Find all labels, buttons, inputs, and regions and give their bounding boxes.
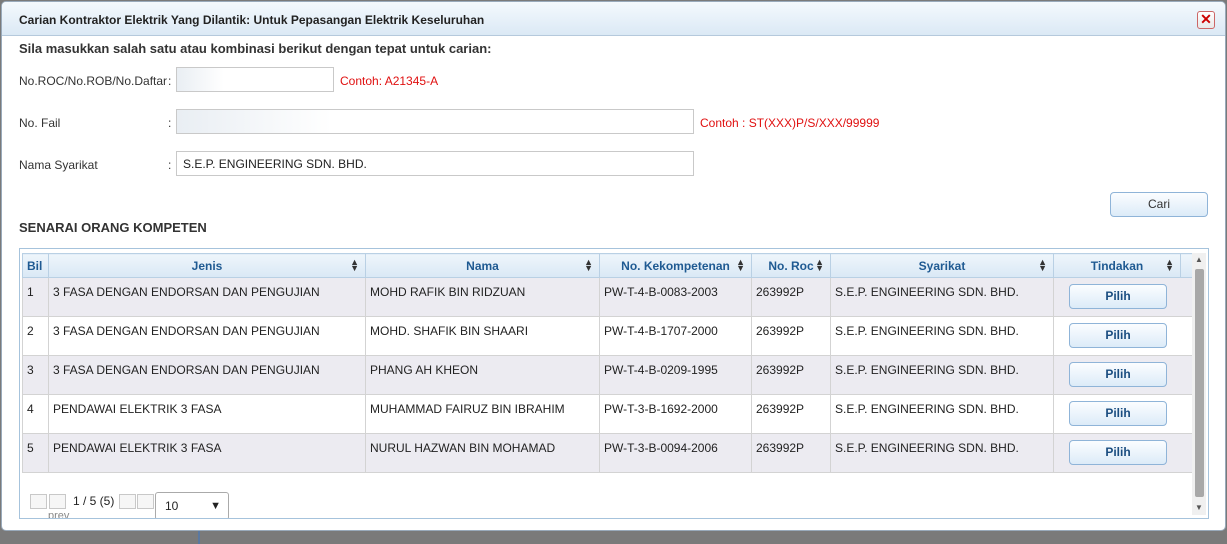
cell-bil: 2: [22, 316, 49, 356]
company-label: Nama Syarikat: [19, 158, 98, 172]
cell-nama: PHANG AH KHEON: [365, 355, 600, 395]
column-header-nama[interactable]: Nama ▲ ▼: [365, 253, 600, 278]
cell-kekompetenan: PW-T-3-B-1692-2000: [599, 394, 752, 434]
background-text: [360, 532, 520, 544]
vertical-scrollbar[interactable]: ▲ ▼: [1192, 253, 1206, 515]
cell-nama: MUHAMMAD FAIRUZ BIN IBRAHIM: [365, 394, 600, 434]
fail-label: No. Fail: [19, 116, 61, 130]
cell-jenis: 3 FASA DENGAN ENDORSAN DAN PENGUJIAN: [48, 316, 366, 356]
roc-label: No.ROC/No.ROB/No.Daftar: [19, 74, 168, 88]
cell-bil: 4: [22, 394, 49, 434]
results-table: Bil Jenis ▲ ▼ Nama ▲ ▼ No. Kekompetenan ▲ ▼ No…: [22, 253, 1195, 473]
last-page-icon[interactable]: [137, 494, 154, 509]
column-header-kekompetenan[interactable]: No. Kekompetenan ▲ ▼: [599, 253, 752, 278]
company-colon: :: [168, 158, 172, 172]
cell-tindakan: Pilih: [1053, 394, 1195, 434]
form-instruction: Sila masukkan salah satu atau kombinasi …: [19, 41, 492, 56]
section-title: SENARAI ORANG KOMPETEN: [19, 220, 207, 235]
cell-tindakan: Pilih: [1053, 433, 1195, 473]
sort-icon: ▲ ▼: [1165, 257, 1174, 273]
cell-syarikat: S.E.P. ENGINEERING SDN. BHD.: [830, 277, 1054, 317]
search-button[interactable]: Cari: [1110, 192, 1208, 217]
cell-tindakan: Pilih: [1053, 277, 1195, 317]
close-icon[interactable]: ✕: [1197, 11, 1215, 29]
company-input[interactable]: [176, 151, 694, 176]
cell-syarikat: S.E.P. ENGINEERING SDN. BHD.: [830, 355, 1054, 395]
fail-input[interactable]: [176, 109, 694, 134]
search-dialog: Carian Kontraktor Elektrik Yang Dilantik…: [1, 1, 1226, 531]
pilih-button[interactable]: Pilih: [1069, 401, 1167, 426]
next-page-icon[interactable]: [119, 494, 136, 509]
sort-icon: ▲ ▼: [1038, 257, 1047, 273]
cell-syarikat: S.E.P. ENGINEERING SDN. BHD.: [830, 394, 1054, 434]
fail-colon: :: [168, 116, 172, 130]
cell-roc: 263992P: [751, 394, 831, 434]
cell-kekompetenan: PW-T-4-B-0083-2003: [599, 277, 752, 317]
column-header-tindakan[interactable]: Tindakan ▲ ▼: [1053, 253, 1181, 278]
cell-bil: 3: [22, 355, 49, 395]
cell-jenis: PENDAWAI ELEKTRIK 3 FASA: [48, 394, 366, 434]
pilih-button[interactable]: Pilih: [1069, 323, 1167, 348]
sort-icon: ▲ ▼: [815, 257, 824, 273]
sort-icon: ▲ ▼: [350, 257, 359, 273]
cell-nama: MOHD. SHAFIK BIN SHAARI: [365, 316, 600, 356]
column-header-jenis[interactable]: Jenis ▲ ▼: [48, 253, 366, 278]
cell-kekompetenan: PW-T-4-B-0209-1995: [599, 355, 752, 395]
cell-nama: MOHD RAFIK BIN RIDZUAN: [365, 277, 600, 317]
table-row: 1 3 FASA DENGAN ENDORSAN DAN PENGUJIAN M…: [22, 277, 1195, 317]
roc-input[interactable]: [176, 67, 334, 92]
table-row: 2 3 FASA DENGAN ENDORSAN DAN PENGUJIAN M…: [22, 316, 1195, 356]
scroll-down-icon[interactable]: ▼: [1192, 501, 1206, 515]
table-row: 4 PENDAWAI ELEKTRIK 3 FASA MUHAMMAD FAIR…: [22, 394, 1195, 434]
roc-hint: Contoh: A21345-A: [340, 74, 439, 88]
pilih-button[interactable]: Pilih: [1069, 440, 1167, 465]
column-header-roc[interactable]: No. Roc ▲ ▼: [751, 253, 831, 278]
pilih-button[interactable]: Pilih: [1069, 362, 1167, 387]
cell-nama: NURUL HAZWAN BIN MOHAMAD: [365, 433, 600, 473]
cell-bil: 5: [22, 433, 49, 473]
pagination: prev 1 / 5 (5) 10 ▼: [30, 491, 250, 519]
sort-icon: ▲ ▼: [736, 257, 745, 273]
cell-jenis: PENDAWAI ELEKTRIK 3 FASA: [48, 433, 366, 473]
results-grid: Bil Jenis ▲ ▼ Nama ▲ ▼ No. Kekompetenan ▲ ▼ No…: [19, 248, 1209, 519]
fail-hint: Contoh : ST(XXX)P/S/XXX/99999: [700, 116, 880, 130]
column-header-bil[interactable]: Bil: [22, 253, 49, 278]
cell-kekompetenan: PW-T-3-B-0094-2006: [599, 433, 752, 473]
table-row: 3 3 FASA DENGAN ENDORSAN DAN PENGUJIAN P…: [22, 355, 1195, 395]
dialog-titlebar: Carian Kontraktor Elektrik Yang Dilantik…: [2, 2, 1225, 36]
scroll-up-icon[interactable]: ▲: [1192, 253, 1206, 267]
page-size-select[interactable]: 10 ▼: [155, 492, 229, 518]
page-info: 1 / 5 (5): [73, 494, 115, 508]
pilih-button[interactable]: Pilih: [1069, 284, 1167, 309]
sort-icon: ▲ ▼: [584, 257, 593, 273]
scrollbar-thumb[interactable]: [1195, 269, 1204, 497]
cell-roc: 263992P: [751, 277, 831, 317]
cell-syarikat: S.E.P. ENGINEERING SDN. BHD.: [830, 433, 1054, 473]
prev-text: prev: [48, 510, 70, 519]
roc-colon: :: [168, 74, 172, 88]
cell-roc: 263992P: [751, 433, 831, 473]
cell-bil: 1: [22, 277, 49, 317]
column-header-syarikat[interactable]: Syarikat ▲ ▼: [830, 253, 1054, 278]
cell-tindakan: Pilih: [1053, 355, 1195, 395]
cell-jenis: 3 FASA DENGAN ENDORSAN DAN PENGUJIAN: [48, 277, 366, 317]
cell-tindakan: Pilih: [1053, 316, 1195, 356]
prev-page-icon[interactable]: [49, 494, 66, 509]
cell-roc: 263992P: [751, 355, 831, 395]
first-page-icon[interactable]: [30, 494, 47, 509]
page-size-value: 10: [165, 499, 179, 513]
table-row: 5 PENDAWAI ELEKTRIK 3 FASA NURUL HAZWAN …: [22, 433, 1195, 473]
cell-syarikat: S.E.P. ENGINEERING SDN. BHD.: [830, 316, 1054, 356]
cell-jenis: 3 FASA DENGAN ENDORSAN DAN PENGUJIAN: [48, 355, 366, 395]
cell-kekompetenan: PW-T-4-B-1707-2000: [599, 316, 752, 356]
cell-roc: 263992P: [751, 316, 831, 356]
chevron-down-icon: ▼: [210, 500, 221, 512]
dialog-title: Carian Kontraktor Elektrik Yang Dilantik…: [19, 13, 485, 27]
